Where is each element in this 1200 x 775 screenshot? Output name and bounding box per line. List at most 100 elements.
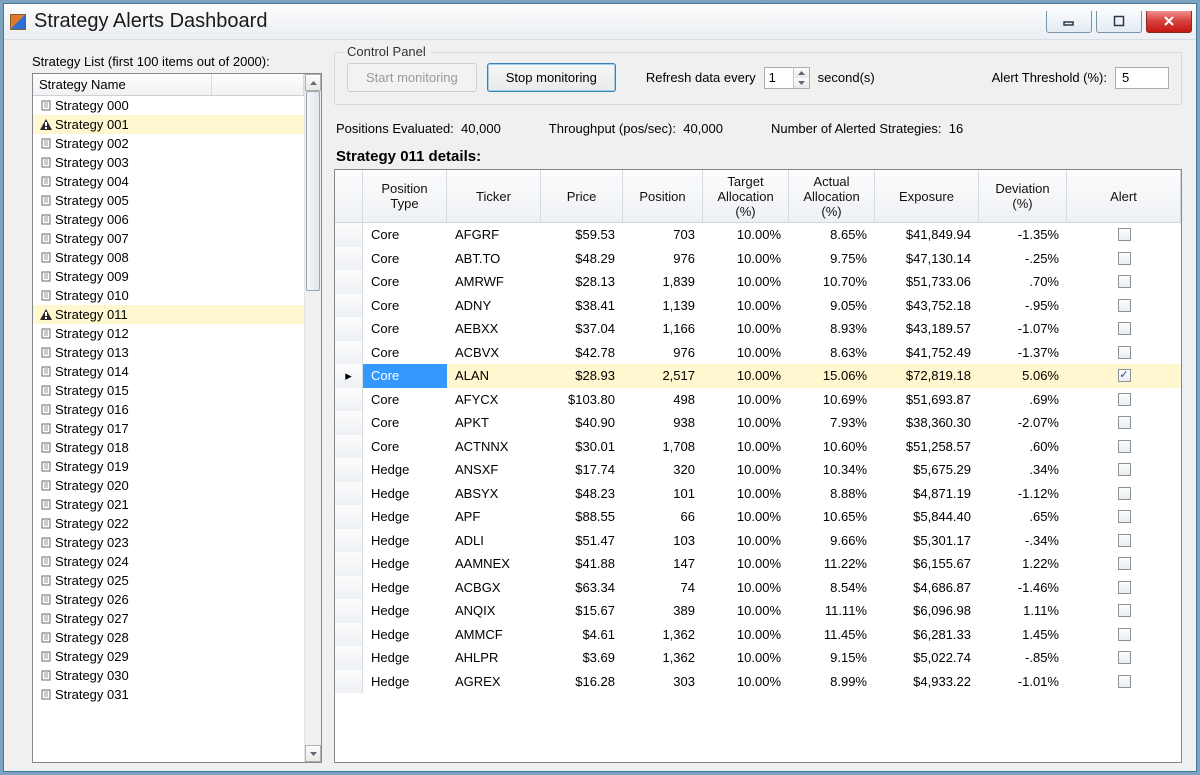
strategy-row[interactable]: Strategy 007 [33, 229, 304, 248]
row-header-stub[interactable] [335, 170, 363, 222]
strategy-row[interactable]: Strategy 022 [33, 514, 304, 533]
strategy-row[interactable]: Strategy 029 [33, 647, 304, 666]
strategy-row[interactable]: Strategy 012 [33, 324, 304, 343]
header-position[interactable]: Position [623, 170, 703, 222]
cell-alert[interactable] [1067, 341, 1181, 365]
strategy-row[interactable]: Strategy 019 [33, 457, 304, 476]
alert-checkbox[interactable] [1118, 416, 1131, 429]
strategy-row[interactable]: Strategy 004 [33, 172, 304, 191]
cell-alert[interactable] [1067, 223, 1181, 247]
strategy-row[interactable]: Strategy 024 [33, 552, 304, 571]
cell-alert[interactable] [1067, 576, 1181, 600]
alert-checkbox[interactable] [1118, 604, 1131, 617]
cell-alert[interactable] [1067, 247, 1181, 271]
alert-checkbox[interactable] [1118, 322, 1131, 335]
strategy-row[interactable]: Strategy 023 [33, 533, 304, 552]
header-exposure[interactable]: Exposure [875, 170, 979, 222]
strategy-row[interactable]: Strategy 027 [33, 609, 304, 628]
scroll-up-button[interactable] [305, 74, 321, 91]
cell-alert[interactable] [1067, 646, 1181, 670]
details-row[interactable]: HedgeAGREX$16.2830310.00%8.99%$4,933.22-… [335, 670, 1181, 694]
start-monitoring-button[interactable]: Start monitoring [347, 63, 477, 92]
cell-alert[interactable] [1067, 552, 1181, 576]
strategy-row[interactable]: Strategy 006 [33, 210, 304, 229]
alert-checkbox[interactable] [1118, 628, 1131, 641]
strategy-row[interactable]: Strategy 011 [33, 305, 304, 324]
strategy-row[interactable]: Strategy 025 [33, 571, 304, 590]
details-row[interactable]: CoreACTNNX$30.011,70810.00%10.60%$51,258… [335, 435, 1181, 459]
header-actual-allocation[interactable]: Actual Allocation (%) [789, 170, 875, 222]
alert-checkbox[interactable] [1118, 487, 1131, 500]
alert-checkbox[interactable] [1118, 275, 1131, 288]
details-row[interactable]: HedgeAAMNEX$41.8814710.00%11.22%$6,155.6… [335, 552, 1181, 576]
strategy-row[interactable]: Strategy 031 [33, 685, 304, 704]
strategy-header-name[interactable]: Strategy Name [33, 74, 212, 95]
strategy-row[interactable]: Strategy 000 [33, 96, 304, 115]
details-row[interactable]: HedgeACBGX$63.347410.00%8.54%$4,686.87-1… [335, 576, 1181, 600]
header-deviation[interactable]: Deviation (%) [979, 170, 1067, 222]
cell-alert[interactable] [1067, 670, 1181, 694]
strategy-row[interactable]: Strategy 018 [33, 438, 304, 457]
scroll-thumb[interactable] [306, 91, 320, 291]
stop-monitoring-button[interactable]: Stop monitoring [487, 63, 616, 92]
details-row[interactable]: CoreADNY$38.411,13910.00%9.05%$43,752.18… [335, 294, 1181, 318]
details-row[interactable]: CoreAMRWF$28.131,83910.00%10.70%$51,733.… [335, 270, 1181, 294]
details-row[interactable]: HedgeAPF$88.556610.00%10.65%$5,844.40.65… [335, 505, 1181, 529]
header-price[interactable]: Price [541, 170, 623, 222]
strategy-row[interactable]: Strategy 028 [33, 628, 304, 647]
alert-checkbox[interactable] [1118, 463, 1131, 476]
strategy-row[interactable]: Strategy 003 [33, 153, 304, 172]
header-position-type[interactable]: Position Type [363, 170, 447, 222]
strategy-row[interactable]: Strategy 008 [33, 248, 304, 267]
cell-alert[interactable] [1067, 364, 1181, 388]
cell-alert[interactable] [1067, 529, 1181, 553]
details-row[interactable]: CoreACBVX$42.7897610.00%8.63%$41,752.49-… [335, 341, 1181, 365]
details-grid[interactable]: Position Type Ticker Price Position Targ… [334, 169, 1182, 763]
strategy-scrollbar[interactable] [304, 74, 321, 762]
strategy-row[interactable]: Strategy 009 [33, 267, 304, 286]
alert-checkbox[interactable] [1118, 252, 1131, 265]
alert-checkbox[interactable] [1118, 675, 1131, 688]
alert-checkbox[interactable] [1118, 581, 1131, 594]
maximize-button[interactable] [1096, 11, 1142, 33]
minimize-button[interactable] [1046, 11, 1092, 33]
details-row[interactable]: HedgeANQIX$15.6738910.00%11.11%$6,096.98… [335, 599, 1181, 623]
cell-alert[interactable] [1067, 270, 1181, 294]
details-row[interactable]: CoreABT.TO$48.2997610.00%9.75%$47,130.14… [335, 247, 1181, 271]
strategy-row[interactable]: Strategy 001 [33, 115, 304, 134]
strategy-grid[interactable]: Strategy Name Strategy 000Strategy 001St… [32, 73, 322, 763]
alert-checkbox[interactable] [1118, 228, 1131, 241]
strategy-row[interactable]: Strategy 016 [33, 400, 304, 419]
spin-up-icon[interactable] [793, 68, 809, 78]
strategy-row[interactable]: Strategy 010 [33, 286, 304, 305]
strategy-row[interactable]: Strategy 020 [33, 476, 304, 495]
alert-checkbox[interactable] [1118, 651, 1131, 664]
header-ticker[interactable]: Ticker [447, 170, 541, 222]
alert-checkbox[interactable] [1118, 557, 1131, 570]
strategy-row[interactable]: Strategy 030 [33, 666, 304, 685]
close-button[interactable] [1146, 11, 1192, 33]
alert-checkbox[interactable] [1118, 534, 1131, 547]
details-row[interactable]: HedgeAMMCF$4.611,36210.00%11.45%$6,281.3… [335, 623, 1181, 647]
refresh-interval-input[interactable]: 1 [764, 67, 810, 89]
strategy-row[interactable]: Strategy 021 [33, 495, 304, 514]
alert-checkbox[interactable] [1118, 440, 1131, 453]
strategy-row[interactable]: Strategy 026 [33, 590, 304, 609]
cell-alert[interactable] [1067, 458, 1181, 482]
alert-checkbox[interactable] [1118, 299, 1131, 312]
details-row[interactable]: ▸CoreALAN$28.932,51710.00%15.06%$72,819.… [335, 364, 1181, 388]
cell-alert[interactable] [1067, 317, 1181, 341]
threshold-input[interactable]: 5 [1115, 67, 1169, 89]
header-target-allocation[interactable]: Target Allocation (%) [703, 170, 789, 222]
details-row[interactable]: CoreAFYCX$103.8049810.00%10.69%$51,693.8… [335, 388, 1181, 412]
details-row[interactable]: CoreAPKT$40.9093810.00%7.93%$38,360.30-2… [335, 411, 1181, 435]
cell-alert[interactable] [1067, 505, 1181, 529]
strategy-row[interactable]: Strategy 005 [33, 191, 304, 210]
cell-alert[interactable] [1067, 294, 1181, 318]
strategy-row[interactable]: Strategy 013 [33, 343, 304, 362]
details-row[interactable]: CoreAEBXX$37.041,16610.00%8.93%$43,189.5… [335, 317, 1181, 341]
strategy-row[interactable]: Strategy 002 [33, 134, 304, 153]
scroll-track[interactable] [305, 91, 321, 745]
details-row[interactable]: HedgeANSXF$17.7432010.00%10.34%$5,675.29… [335, 458, 1181, 482]
cell-alert[interactable] [1067, 411, 1181, 435]
